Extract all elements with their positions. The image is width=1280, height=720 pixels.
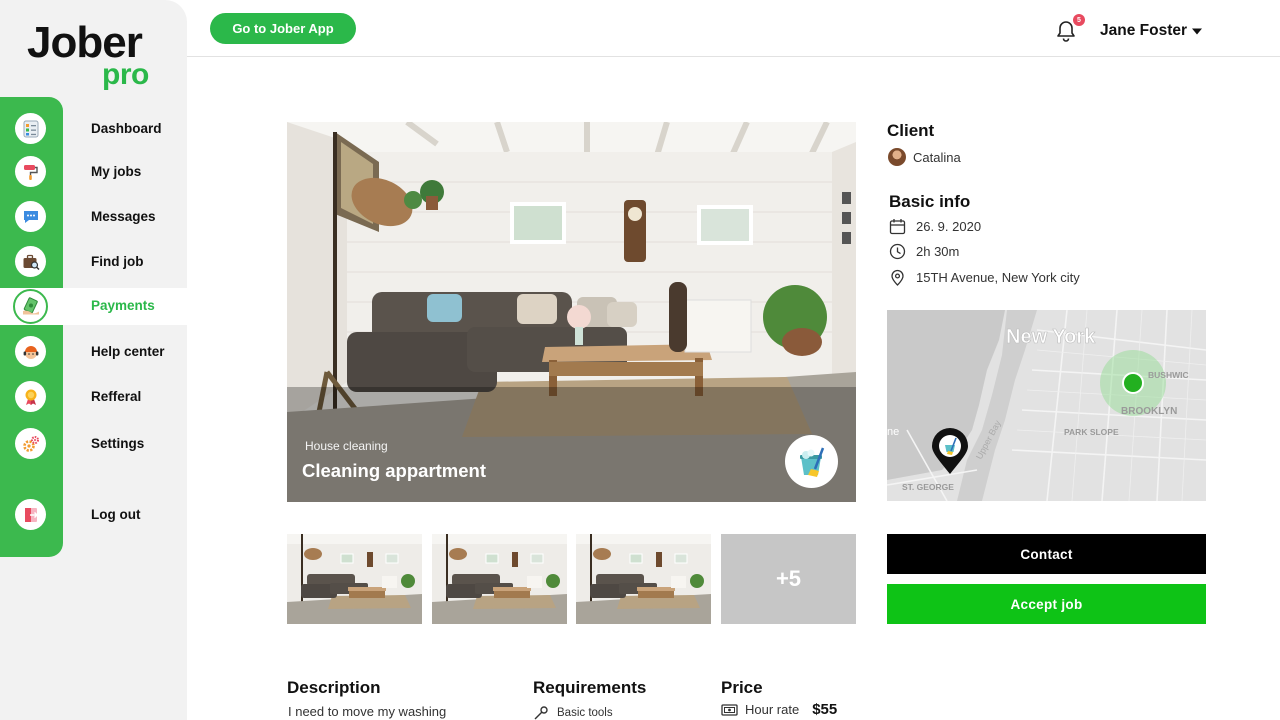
price-heading: Price	[721, 678, 763, 697]
description-heading: Description	[287, 678, 381, 697]
description-text: I need to move my washing	[288, 704, 447, 719]
sidebar-item-label: Log out	[91, 507, 141, 522]
wrench-icon	[534, 706, 548, 720]
job-category: House cleaning	[305, 439, 388, 453]
user-name: Jane Foster	[1100, 22, 1188, 39]
sidebar: Jober pro Dashboard My jobs Messages Fin…	[0, 0, 187, 720]
job-category-badge	[785, 435, 838, 488]
sidebar-item-find-job[interactable]: Find job	[0, 245, 187, 279]
requirements-heading: Requirements	[533, 678, 647, 697]
sidebar-item-refferal[interactable]: Refferal	[0, 380, 187, 414]
brand-logo[interactable]: Jober pro	[27, 18, 167, 94]
notification-count-badge: 5	[1073, 14, 1085, 26]
map-label-park-slope: PARK SLOPE	[1064, 427, 1119, 437]
sidebar-item-label: Refferal	[91, 389, 142, 404]
checklist-icon	[15, 113, 46, 144]
sidebar-item-label: Settings	[91, 436, 145, 451]
brand-suffix: pro	[102, 58, 149, 91]
client-heading: Client	[887, 121, 935, 140]
price-label: Hour rate	[745, 702, 800, 717]
go-to-app-button[interactable]: Go to Jober App	[210, 13, 356, 44]
contact-button[interactable]: Contact	[887, 534, 1206, 574]
job-address-row: 15TH Avenue, New York city	[889, 269, 1080, 286]
client-name: Catalina	[913, 149, 961, 165]
briefcase-search-icon	[15, 246, 46, 277]
map-label-city: New York	[1006, 326, 1096, 348]
sidebar-item-label: Messages	[91, 209, 156, 224]
job-photo-thumbnail[interactable]	[287, 534, 422, 624]
sidebar-item-help-center[interactable]: Help center	[0, 335, 187, 369]
sidebar-item-label: My jobs	[91, 164, 142, 179]
sidebar-item-label: Dashboard	[91, 121, 162, 136]
sidebar-item-label: Find job	[91, 254, 144, 269]
job-date-row: 26. 9. 2020	[889, 218, 981, 235]
job-location-map[interactable]: New York BUSHWIC BROOKLYN PARK SLOPE ST.…	[887, 310, 1206, 501]
gears-icon	[15, 428, 46, 459]
money-hand-icon	[13, 289, 48, 324]
accept-job-button[interactable]: Accept job	[887, 584, 1206, 624]
client-info[interactable]: Catalina	[888, 148, 961, 166]
map-label-brooklyn: BROOKLYN	[1121, 406, 1177, 417]
medal-icon	[15, 381, 46, 412]
requirement-label: Basic tools	[557, 707, 613, 719]
job-duration: 2h 30m	[916, 244, 960, 259]
sidebar-item-my-jobs[interactable]: My jobs	[0, 155, 187, 189]
sidebar-item-messages[interactable]: Messages	[0, 200, 187, 234]
sidebar-item-dashboard[interactable]: Dashboard	[0, 112, 187, 146]
price-row: Hour rate $55	[721, 701, 837, 718]
chat-bubble-icon	[15, 201, 46, 232]
clock-icon	[889, 243, 906, 260]
calendar-icon	[889, 219, 906, 235]
job-photo-thumbnail[interactable]	[576, 534, 711, 624]
job-photo-thumbnail[interactable]	[432, 534, 567, 624]
price-value: $55	[812, 701, 838, 718]
sidebar-item-label: Payments	[91, 298, 155, 313]
cleaning-bucket-icon	[799, 447, 824, 477]
job-date: 26. 9. 2020	[916, 219, 982, 234]
chevron-down-icon	[1192, 28, 1203, 35]
more-photos-button[interactable]: +5	[721, 534, 856, 624]
sidebar-item-settings[interactable]: Settings	[0, 427, 187, 461]
job-title: Cleaning appartment	[302, 460, 486, 481]
paint-roller-icon	[15, 156, 46, 187]
job-duration-row: 2h 30m	[889, 243, 959, 260]
cash-icon	[721, 703, 738, 716]
location-pin-icon	[891, 269, 904, 286]
map-label-st-george: ST. GEORGE	[902, 482, 954, 492]
support-agent-icon	[15, 336, 46, 367]
map-label-bushwick: BUSHWIC	[1148, 370, 1189, 380]
logout-door-icon	[15, 499, 46, 530]
sidebar-item-payments[interactable]: Payments	[0, 289, 187, 324]
job-address: 15TH Avenue, New York city	[916, 270, 1080, 285]
map-label-edge: ne	[887, 426, 899, 438]
basic-info-heading: Basic info	[889, 192, 971, 211]
user-menu[interactable]: Jane Foster	[1100, 22, 1203, 40]
sidebar-item-log-out[interactable]: Log out	[0, 498, 187, 532]
sidebar-item-label: Help center	[91, 344, 165, 359]
avatar	[888, 148, 906, 166]
requirement-item: Basic tools	[533, 706, 613, 720]
